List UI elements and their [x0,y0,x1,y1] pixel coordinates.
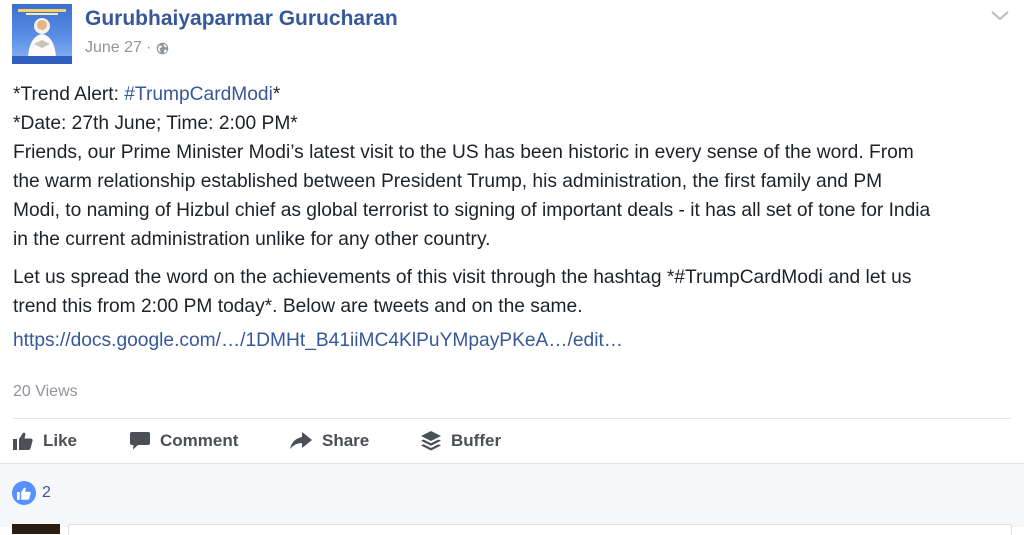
post-text: *Trend Alert: #TrumpCardModi* *Date: 27t… [13,80,1013,321]
trend-alert-line: *Trend Alert: #TrumpCardModi* [13,84,281,105]
buffer-stack-icon [421,431,441,451]
chevron-down-icon[interactable] [988,6,1012,26]
hashtag-link[interactable]: #TrumpCardModi [124,84,273,105]
post-date[interactable]: June 27 [85,39,142,57]
divider [13,418,1011,419]
post-meta: June 27 · [85,39,169,57]
buffer-label: Buffer [451,431,502,450]
author-avatar[interactable] [12,4,72,64]
paragraph-line: trend this from 2:00 PM today*. Below ar… [13,296,583,317]
like-count: 2 [42,484,51,501]
share-arrow-icon [290,432,312,449]
action-bar: Like Comment Share Buffer [0,420,1024,462]
thumbs-up-icon [13,432,33,450]
facebook-post: Gurubhaiyaparmar Gurucharan June 27 · *T… [0,0,1024,535]
meta-separator: · [145,39,152,56]
author-name[interactable]: Gurubhaiyaparmar Gurucharan [85,7,398,31]
reaction-summary[interactable]: 2 [12,481,51,505]
paragraph-line: Friends, our Prime Minister Modi’s lates… [13,142,914,163]
paragraph-line: in the current administration unlike for… [13,229,491,250]
share-button[interactable]: Share [290,420,369,462]
paragraph-line: Modi, to naming of Hizbul chief as globa… [13,200,931,221]
like-button[interactable]: Like [13,420,77,462]
comment-icon [130,432,150,450]
comment-button[interactable]: Comment [130,420,238,462]
buffer-button[interactable]: Buffer [421,420,501,462]
share-label: Share [322,431,370,450]
like-label: Like [43,431,78,450]
reactions-section: 2 [0,463,1024,535]
paragraph-line: Let us spread the word on the achievemen… [13,267,912,288]
view-count[interactable]: 20 Views [13,383,78,401]
comment-label: Comment [160,431,239,450]
globe-icon [157,42,169,54]
paragraph-line: the warm relationship established betwee… [13,171,883,192]
external-link[interactable]: https://docs.google.com/…/1DMHt_B41iiMC4… [13,330,623,352]
date-line: *Date: 27th June; Time: 2:00 PM* [13,113,298,134]
like-reaction-icon [12,481,36,505]
